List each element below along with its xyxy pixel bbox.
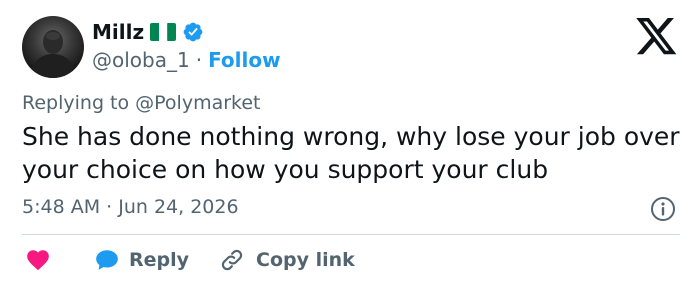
nigeria-flag-icon — [150, 23, 177, 41]
copy-link-button[interactable]: Copy link — [189, 247, 355, 273]
reply-label: Reply — [129, 249, 190, 271]
link-icon — [221, 249, 243, 271]
like-button[interactable] — [22, 247, 51, 273]
reply-context[interactable]: Replying to @Polymarket — [22, 92, 261, 118]
avatar[interactable] — [22, 16, 84, 78]
author-handle-row: @oloba_1 · Follow — [92, 46, 281, 74]
heart-icon — [27, 250, 49, 271]
tweet-text: She has done nothing wrong, why lose you… — [22, 122, 680, 184]
tweet-timestamp[interactable]: 5:48 AM · Jun 24, 2026 — [22, 196, 239, 222]
reply-bubble-icon — [96, 250, 118, 270]
info-icon[interactable] — [650, 196, 676, 222]
x-logo-icon[interactable] — [636, 18, 678, 56]
verified-badge-icon — [183, 22, 203, 42]
copy-link-label: Copy link — [256, 249, 355, 271]
follow-button[interactable]: Follow — [208, 48, 281, 72]
author-handle[interactable]: @oloba_1 — [92, 48, 190, 72]
action-bar: Reply Copy link — [22, 244, 355, 276]
author-display-name[interactable]: Millz — [92, 20, 144, 44]
tweet-embed-card: Millz @oloba_1 · Follow Replying to @Pol… — [0, 0, 700, 287]
separator-dot: · — [195, 48, 203, 72]
reply-button[interactable]: Reply — [51, 247, 189, 273]
divider — [22, 234, 680, 235]
author-name-row: Millz — [92, 18, 204, 46]
